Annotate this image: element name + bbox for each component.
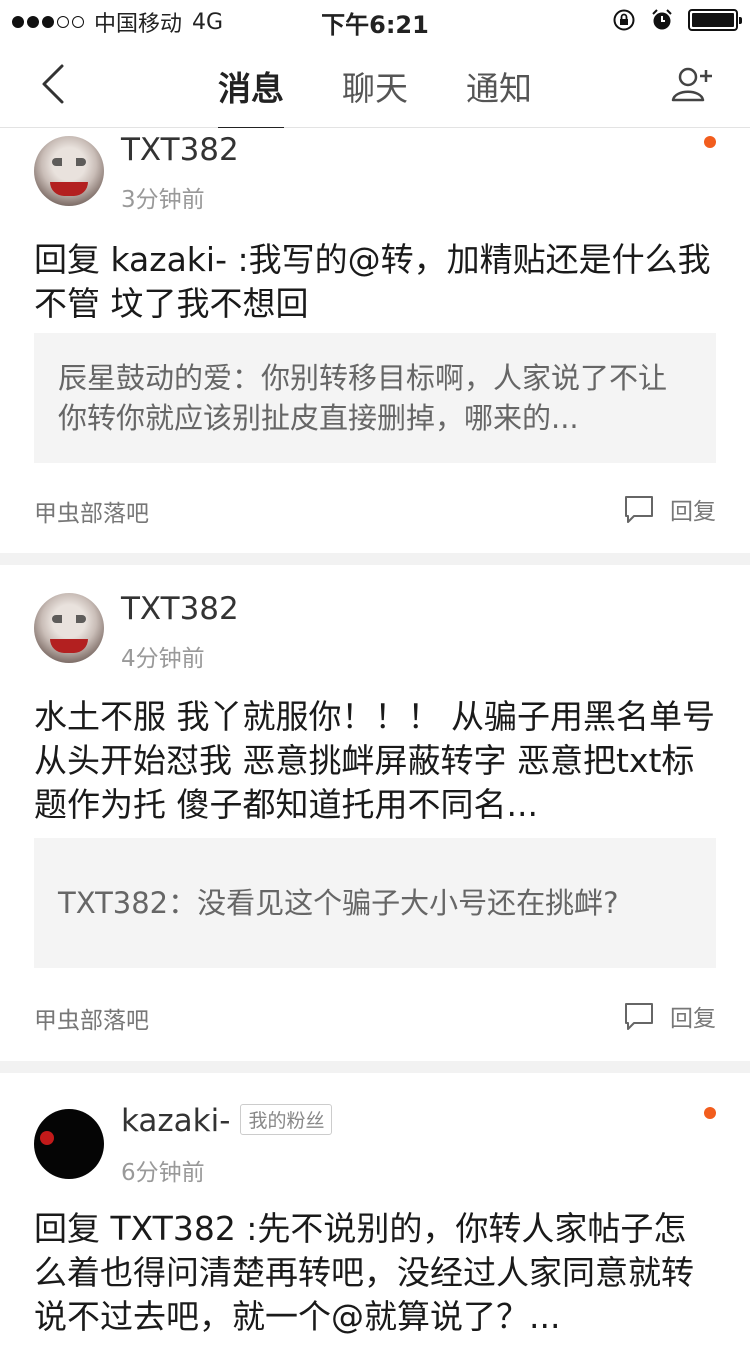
status-right [612,8,742,32]
timestamp: 4分钟前 [121,646,205,672]
message-body[interactable]: 回复 kazaki- :我写的@转，加精贴还是什么我不管 坟了我不想回 [34,238,716,326]
tab-bar: 消息 聊天 通知 [0,62,750,130]
tab-notifications[interactable]: 通知 [466,62,532,130]
forum-name[interactable]: 甲虫部落吧 [34,1001,149,1035]
comment-icon [625,1003,653,1030]
orientation-lock-icon [613,9,635,31]
quoted-post[interactable]: 辰星鼓动的爱：你别转移目标啊，人家说了不让你转你就应该别扯皮直接删掉，哪来的..… [34,333,716,463]
avatar[interactable] [34,136,104,206]
reply-label: 回复 [670,1006,716,1032]
username[interactable]: TXT382 [121,132,239,168]
quoted-post[interactable]: TXT382：没看见这个骗子大小号还在挑衅? [34,838,716,968]
status-bar: 中国移动 4G 下午6:21 [0,0,750,40]
avatar[interactable] [34,593,104,663]
divider [0,1061,750,1073]
message-card[interactable]: TXT382 3分钟前 回复 kazaki- :我写的@转，加精贴还是什么我不管… [0,128,750,553]
message-body[interactable]: 水土不服 我丫就服你！！！ 从骗子用黑名单号从头开始怼我 恶意挑衅屏蔽转字 恶意… [34,695,716,827]
reply-button[interactable]: 回复 [624,999,716,1033]
forum-name[interactable]: 甲虫部落吧 [34,494,149,528]
username[interactable]: kazaki- [121,1103,230,1139]
tab-chat[interactable]: 聊天 [342,62,408,130]
alarm-icon [652,9,672,30]
avatar[interactable] [34,1109,104,1179]
message-body[interactable]: 回复 TXT382 :先不说别的，你转人家帖子怎么着也得问清楚再转吧，没经过人家… [34,1207,716,1339]
quoted-text: TXT382：没看见这个骗子大小号还在挑衅? [58,886,619,920]
unread-dot [704,136,716,148]
username-row: kazaki- 我的粉丝 [121,1103,333,1139]
battery-icon [688,9,742,31]
timestamp: 6分钟前 [121,1160,205,1186]
username[interactable]: TXT382 [121,591,239,627]
quoted-text: 辰星鼓动的爱：你别转移目标啊，人家说了不让你转你就应该别扯皮直接删掉，哪来的..… [58,361,668,435]
message-card[interactable]: kazaki- 我的粉丝 6分钟前 回复 TXT382 :先不说别的，你转人家帖子… [0,1073,750,1345]
message-card[interactable]: TXT382 4分钟前 水土不服 我丫就服你！！！ 从骗子用黑名单号从头开始怼我… [0,565,750,1061]
divider [0,553,750,565]
reply-label: 回复 [670,499,716,525]
timestamp: 3分钟前 [121,187,205,213]
comment-icon [625,496,653,523]
add-user-icon[interactable] [670,62,714,106]
unread-dot [704,1107,716,1119]
message-feed: TXT382 3分钟前 回复 kazaki- :我写的@转，加精贴还是什么我不管… [0,128,750,1345]
fan-badge: 我的粉丝 [240,1104,333,1135]
nav-bar: 消息 聊天 通知 [0,40,750,130]
reply-button[interactable]: 回复 [624,492,716,526]
tab-messages[interactable]: 消息 [218,62,284,130]
